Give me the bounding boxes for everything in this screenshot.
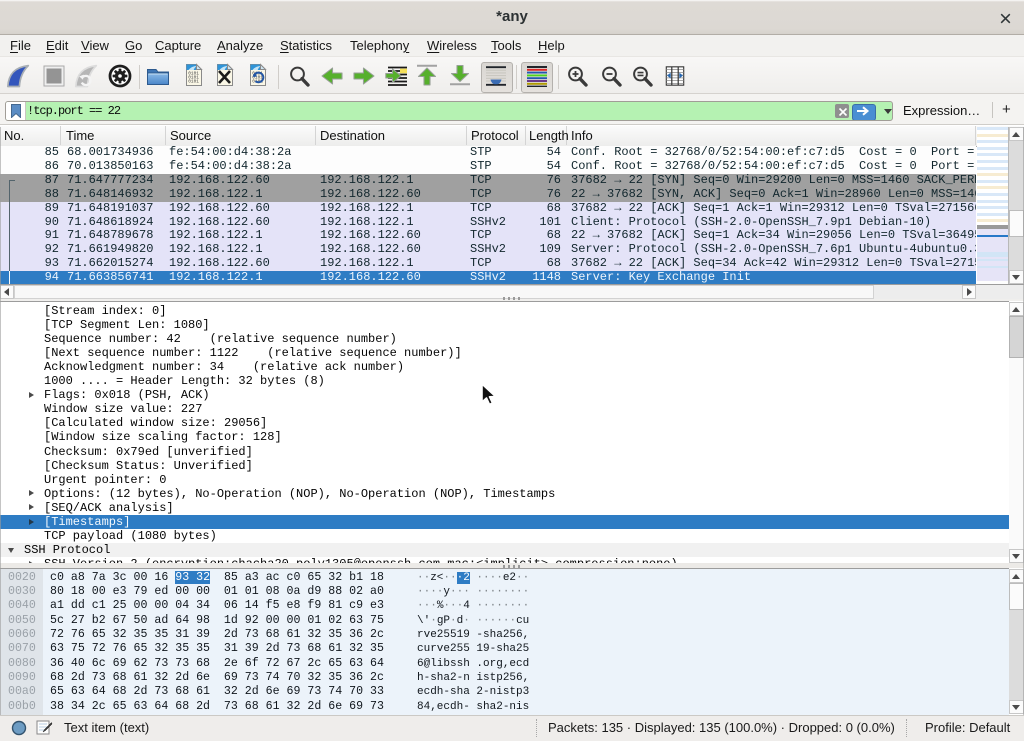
svg-text:0101: 0101 [188,80,199,85]
